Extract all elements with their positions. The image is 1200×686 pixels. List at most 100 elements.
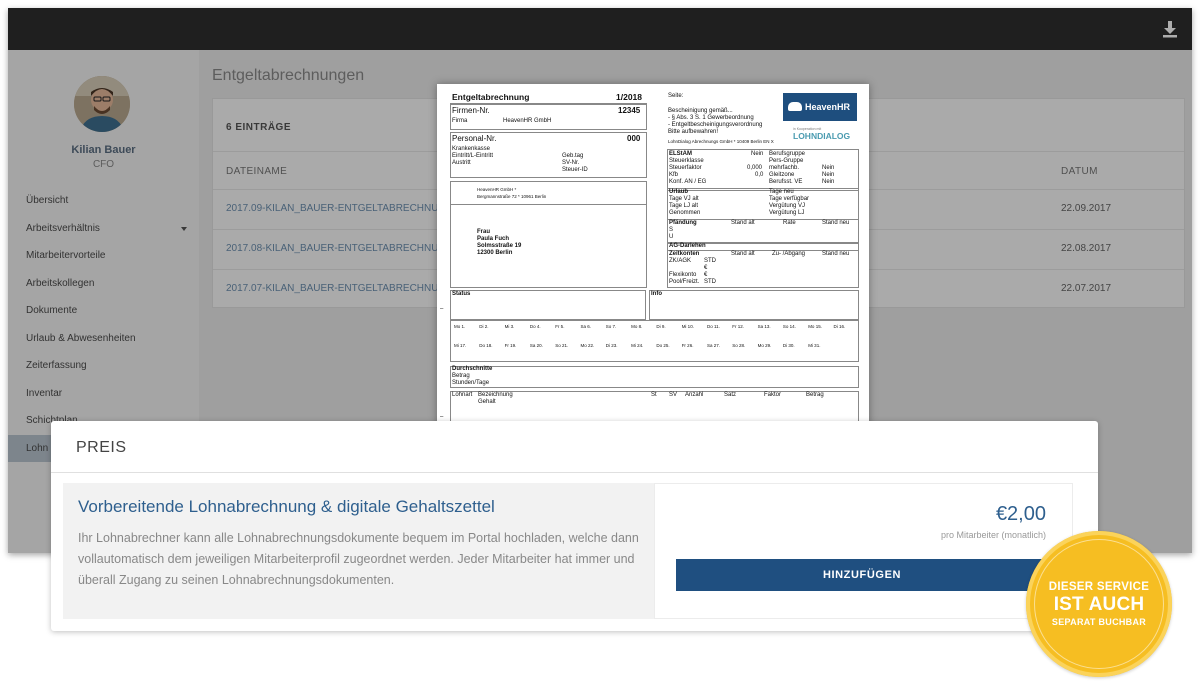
payslip-steuerfaktor: Steuerfaktor: [669, 165, 702, 171]
payslip-flexikonto: Flexikonto: [669, 272, 697, 278]
payslip-recipient-line: 12300 Berlin: [477, 250, 513, 256]
payslip-day: Di 30.: [782, 343, 795, 348]
payslip-tage-vj: Tage VJ alt: [669, 196, 699, 202]
payslip-durchschnitte: Durchschnitte: [452, 366, 493, 372]
payslip-day: Do 25.: [656, 343, 670, 348]
payslip-s: S: [669, 227, 674, 233]
payslip-status-box: [450, 290, 646, 320]
payslip-day: Sa 13.: [757, 324, 771, 329]
offer-title: Vorbereitende Lohnabrechnung & digitale …: [78, 497, 495, 516]
payslip-sender-address: Bergmannstraße 72 * 10961 Berlin: [477, 194, 547, 199]
payslip-day: Mo 29.: [757, 343, 772, 348]
payslip-zk-stand-neu: Stand neu: [822, 251, 850, 257]
lohndialog-logo: LOHNDIALOG: [793, 131, 851, 141]
payslip-euro: €: [704, 265, 708, 271]
payslip-std: STD: [704, 279, 716, 285]
badge-line: SEPARAT BUCHBAR: [1051, 617, 1147, 627]
payslip-sender: HeavenHR GmbH *: [477, 187, 517, 192]
payslip-day: Mo 15.: [808, 324, 822, 329]
payslip-day: Fr 19.: [504, 343, 517, 348]
payslip-stand-neu: Stand neu: [822, 220, 850, 226]
payslip-betrag2: Betrag: [806, 392, 824, 398]
payslip-genommen: Genommen: [669, 210, 701, 216]
payslip-bescheinigung-line: - § Abs. 3 S. 1 Gewerbeordnung: [668, 115, 754, 121]
payslip-euro: €: [704, 272, 708, 278]
payslip-zk-stand-alt: Stand alt: [731, 251, 755, 257]
payslip-durchschnitte-box: [450, 366, 859, 388]
payslip-recipient-line: Paula Fuch: [477, 236, 510, 242]
price-card: €2,00 pro Mitarbeiter (monatlich) HINZUF…: [654, 483, 1073, 619]
payslip-tage-neu: Tage neu: [769, 189, 794, 195]
payslip-stunden: Stunden/Tage: [452, 380, 490, 386]
payslip-mehrfach: mehrfachb.: [769, 165, 800, 171]
payslip-berufsgruppe: Berufsgruppe: [769, 151, 806, 157]
offer-description-card: Vorbereitende Lohnabrechnung & digitale …: [63, 483, 654, 619]
payslip-firmen-label: Firmen-Nr.: [452, 106, 490, 115]
payslip-day: Mo 1.: [454, 324, 466, 329]
payslip-verg-vj: Vergütung VJ: [769, 203, 806, 209]
payslip-day: So 7.: [605, 324, 617, 329]
payslip-u: U: [669, 234, 674, 240]
payslip-anzahl: Anzahl: [685, 392, 704, 398]
payslip-recipient-line: Frau: [477, 229, 491, 235]
add-button[interactable]: HINZUFÜGEN: [676, 559, 1048, 591]
payslip-day: Di 16.: [833, 324, 846, 329]
payslip-period: 1/2018: [616, 92, 642, 102]
logo-text: HeavenHR: [805, 102, 851, 112]
payslip-urlaub: Urlaub: [669, 189, 689, 195]
payslip-lohnart: Lohnart: [452, 392, 473, 398]
payslip-gehalt: Gehalt: [478, 399, 496, 405]
modal-title: PREIS: [76, 439, 127, 456]
payslip-day: Mi 17.: [454, 343, 467, 348]
payslip-day: Di 2.: [479, 324, 489, 329]
payslip-gleitzone: Gleitzone: [769, 172, 795, 178]
payslip-day: Mi 24.: [631, 343, 644, 348]
payslip-austritt: Austritt: [452, 160, 471, 166]
payslip-firmen-nr: 12345: [618, 106, 641, 115]
payslip-ag-darlehen: AG-Darlehen: [669, 243, 706, 249]
payslip-zu-abgang: Zu- /Abgang: [772, 251, 806, 257]
payslip-kfb: Kfb: [669, 172, 679, 178]
payslip-gebtag: Geb.tag: [562, 153, 584, 159]
payslip-day: Fr 26.: [681, 343, 694, 348]
payslip-status: Status: [452, 291, 471, 297]
payslip-lohndialog-address: LohnDialog Abrechnungs GmbH * 10409 Berl…: [668, 139, 774, 144]
payslip-svnr: SV-Nr.: [562, 160, 580, 166]
payslip-satz: Satz: [724, 392, 737, 398]
payslip-zkagk: ZK/AGK: [669, 258, 692, 264]
payslip-std: STD: [704, 258, 716, 264]
payslip-marker: –: [440, 306, 444, 312]
payslip-sv: SV: [669, 392, 678, 398]
payslip-title: Entgeltabrechnung: [452, 92, 530, 102]
payslip-day: Fr 12.: [732, 324, 745, 329]
payslip-konf: Konf. AN / EG: [669, 179, 707, 185]
payslip-day: So 14.: [782, 324, 796, 329]
payslip-faktor: Faktor: [764, 392, 782, 398]
payslip-steuerid: Steuer-ID: [562, 167, 588, 173]
payslip-tage-verf: Tage verfügbar: [769, 196, 810, 202]
payslip-zeitkonten: Zeitkonten: [669, 251, 700, 257]
payslip-bescheinigung-line: Bitte aufbewahren!: [668, 129, 719, 135]
payslip-rate: Rate: [783, 220, 796, 226]
offer-description: Ihr Lohnabrechner kann alle Lohnabrechnu…: [78, 531, 639, 587]
payslip-kfb-value: 0,0: [755, 172, 764, 178]
payslip-info: Info: [651, 291, 662, 297]
payslip-steuerfaktor-value: 0,000: [747, 165, 763, 171]
payslip-address-line: [450, 204, 647, 205]
payslip-day: Sa 20.: [529, 343, 543, 348]
payslip-day: So 21.: [555, 343, 569, 348]
payslip-krankenkasse: Krankenkasse: [452, 146, 491, 152]
payslip-gleitzone-value: Nein: [822, 172, 835, 178]
payslip-elstam-value: Nein: [751, 151, 764, 157]
pricing-modal: PREIS Vorbereitende Lohnabrechnung & dig…: [51, 421, 1098, 631]
payslip-verg-lj: Vergütung LJ: [769, 210, 805, 216]
badge-line: DIESER SERVICE: [1048, 581, 1150, 593]
payslip-seite: Seite:: [668, 93, 684, 99]
badge-line: IST AUCH: [1053, 594, 1145, 615]
payslip-day: Do 11.: [707, 324, 720, 329]
heavenhr-logo: HeavenHR: [783, 93, 857, 121]
payslip-eintritt: Eintritt/L-Eintritt: [452, 153, 494, 159]
payslip-bescheinigung-line: Bescheinigung gemäß...: [668, 108, 733, 114]
payslip-day: Do 18.: [479, 343, 493, 348]
payslip-firma: HeavenHR GmbH: [503, 118, 552, 124]
